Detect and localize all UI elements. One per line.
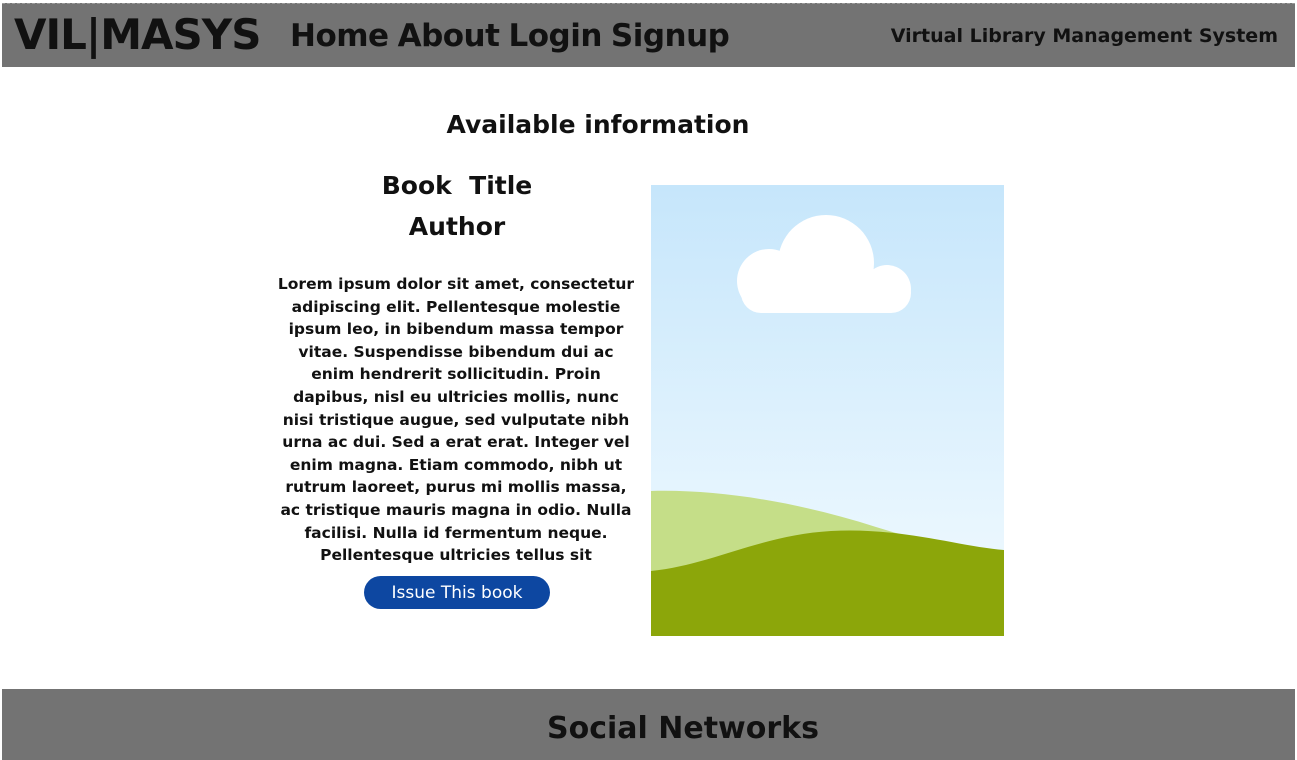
nav-link-about[interactable]: About <box>398 18 500 54</box>
section-title: Available information <box>446 110 750 139</box>
nav-link-signup[interactable]: Signup <box>611 18 730 54</box>
issue-book-button[interactable]: Issue This book <box>364 576 550 609</box>
site-tagline: Virtual Library Management System <box>890 25 1278 47</box>
site-logo[interactable]: VIL|MASYS <box>14 10 261 59</box>
book-author: Author <box>408 212 506 241</box>
nav-link-home[interactable]: Home <box>290 18 389 54</box>
footer: Social Networks <box>2 689 1295 760</box>
nav-link-login[interactable]: Login <box>508 18 602 54</box>
main-nav: Home About Login Signup <box>290 18 730 54</box>
book-title: Book Title <box>381 171 533 200</box>
top-navigation-bar: VIL|MASYS Home About Login Signup Virtua… <box>2 3 1295 67</box>
image-placeholder-icon <box>651 185 1004 636</box>
book-description: Lorem ipsum dolor sit amet, consectetur … <box>277 275 635 565</box>
footer-title: Social Networks <box>547 711 819 746</box>
